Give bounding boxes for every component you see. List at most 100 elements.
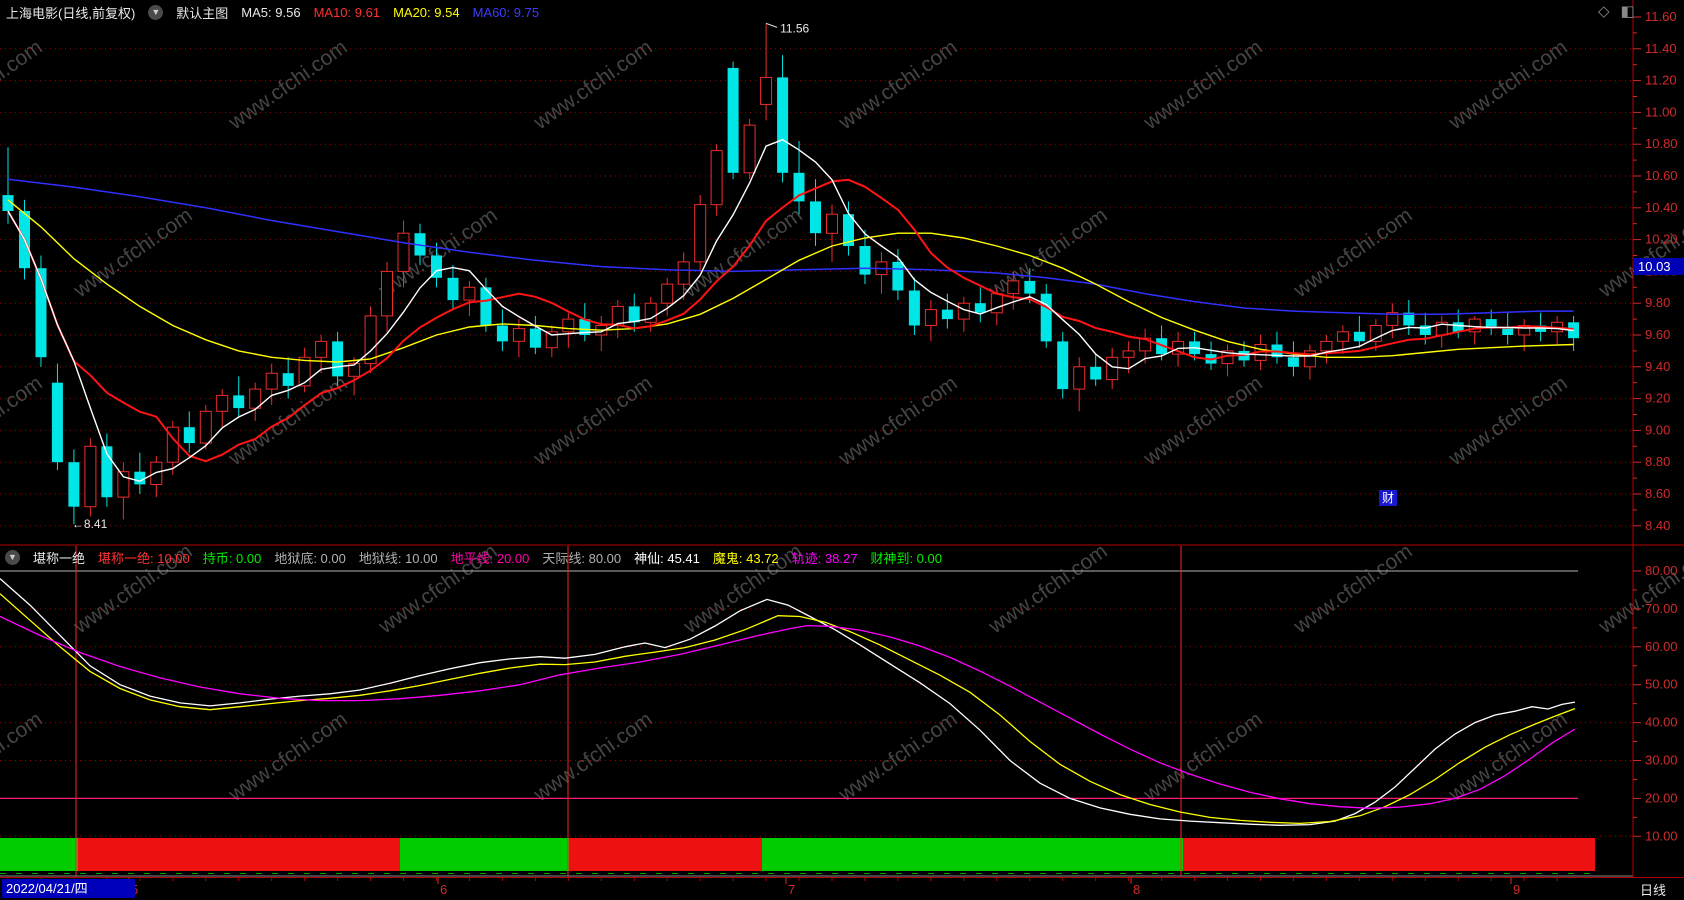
candle [496,325,508,342]
chart-canvas[interactable]: www.cfchi.com www.cfchi.com www.cfchi.com w… [0,0,1684,900]
svg-text:40.00: 40.00 [1645,715,1678,730]
candle [743,124,756,174]
candle [233,395,245,409]
candle [628,306,640,323]
candle [990,293,1003,314]
svg-text:30.00: 30.00 [1645,753,1678,768]
svg-text:9.20: 9.20 [1645,391,1670,406]
svg-text:11.00: 11.00 [1645,104,1677,119]
svg-text:50.00: 50.00 [1645,677,1678,692]
svg-text:6: 6 [440,882,447,897]
candle [1122,350,1135,358]
candle [315,340,328,358]
signal-band-segment [569,838,762,871]
svg-text:9.00: 9.00 [1645,422,1670,437]
titlebar-tools: ◇ ◧ [1598,2,1635,20]
svg-text:10.80: 10.80 [1645,136,1678,151]
svg-text:9: 9 [1513,882,1520,897]
indicator-value: 神仙: 45.41 [634,550,700,566]
watermark-text: www.cfchi.com [529,372,657,471]
candle [529,328,541,348]
finance-badge[interactable]: 财 [1379,490,1397,506]
svg-text:11.20: 11.20 [1645,73,1677,88]
app-window: www.cfchi.com www.cfchi.com www.cfchi.com w… [0,0,1684,900]
svg-text:8: 8 [1133,882,1140,897]
watermark-text: www.cfchi.com [1289,204,1417,303]
signal-band-segment [762,838,1183,871]
svg-text:10.60: 10.60 [1645,168,1678,183]
signal-band-segment [400,838,569,871]
svg-text:9.80: 9.80 [1645,295,1670,310]
svg-text:8.40: 8.40 [1645,518,1670,533]
ma5-value: MA5: 9.56 [241,4,301,20]
candle [760,76,773,105]
indicator-value: 财神到: 0.00 [870,550,942,566]
indicator-value: 堪称一绝: 10.00 [98,550,190,566]
watermark-text: www.cfchi.com [1594,204,1684,303]
candle [1369,325,1382,342]
watermark-text: www.cfchi.com [224,708,352,807]
svg-text:60.00: 60.00 [1645,639,1678,654]
watermark-text: www.cfchi.com [1289,540,1417,639]
date-cursor-label: 2022/04/21/四 [2,879,135,898]
svg-text:9.60: 9.60 [1645,327,1670,342]
ma20-value: MA20: 9.54 [393,4,460,20]
watermark-text: www.cfchi.com [1444,36,1572,135]
indicator-value: 地狱线: 10.00 [358,550,438,566]
main-overlay-label[interactable]: 默认主图 [176,3,228,22]
indicator-value: 魔鬼: 43.72 [712,550,779,566]
indicator-name[interactable]: 堪称一绝 [33,548,85,567]
candle [183,427,195,444]
candle [1073,366,1086,390]
signal-band-segment [78,838,400,871]
signal-band-segment [1183,838,1595,871]
candle [1336,331,1349,342]
watermark-text: www.cfchi.com [834,36,962,135]
chevron-down-icon[interactable]: ▼ [148,4,164,20]
candle [512,328,525,342]
candle [1502,328,1514,335]
watermark-text: www.cfchi.com [529,708,657,807]
svg-text:←8.41: ←8.41 [72,517,108,531]
candle [810,201,821,234]
candle [694,204,707,263]
candle [1353,331,1365,342]
svg-text:80.00: 80.00 [1645,563,1678,578]
watermark-text: www.cfchi.com [984,204,1112,303]
period-label[interactable]: 日线 [1640,880,1666,899]
candle [265,372,278,390]
ma60-value: MA60: 9.75 [472,4,540,20]
svg-text:9.40: 9.40 [1645,359,1670,374]
layout-icon[interactable]: ◧ [1621,2,1635,20]
title-bar: 上海电影(日线,前复权) ▼ 默认主图 MA5: 9.56 MA10: 9.61… [0,0,1684,24]
candle [216,394,229,412]
watermark-text: www.cfchi.com [0,708,47,807]
watermark-text: www.cfchi.com [1139,36,1267,135]
indicator-header: ▼ 堪称一绝 堪称一绝: 10.00 持币: 0.00 地狱底: 0.00 地狱… [0,547,1300,567]
watermark-text: www.cfchi.com [1139,372,1267,471]
chevron-down-icon[interactable]: ▼ [5,549,20,565]
svg-text:10.20: 10.20 [1645,232,1678,247]
ma60-line [7,178,1574,316]
candle [199,410,212,444]
svg-text:70.00: 70.00 [1645,601,1678,616]
candle [1024,280,1036,294]
ma10-value: MA10: 9.61 [313,4,381,20]
svg-text:7: 7 [788,882,795,897]
candle [974,303,986,313]
watermarks: www.cfchi.com www.cfchi.com www.cfchi.com w… [0,36,1684,807]
watermark-text: www.cfchi.com [0,372,47,471]
signal-band-segment [0,838,78,871]
candle [381,270,393,317]
watermark-text: www.cfchi.com [1444,708,1572,807]
watermark-text: www.cfchi.com [224,36,352,135]
watermark-text: www.cfchi.com [834,372,962,471]
symbol-title: 上海电影(日线,前复权) [6,5,136,21]
candle [777,77,789,173]
diamond-icon[interactable]: ◇ [1598,2,1610,20]
watermark-text: www.cfchi.com [0,36,47,135]
candle [68,462,80,507]
candle [710,150,723,206]
candle [826,213,838,234]
svg-text:10.40: 10.40 [1645,200,1678,215]
